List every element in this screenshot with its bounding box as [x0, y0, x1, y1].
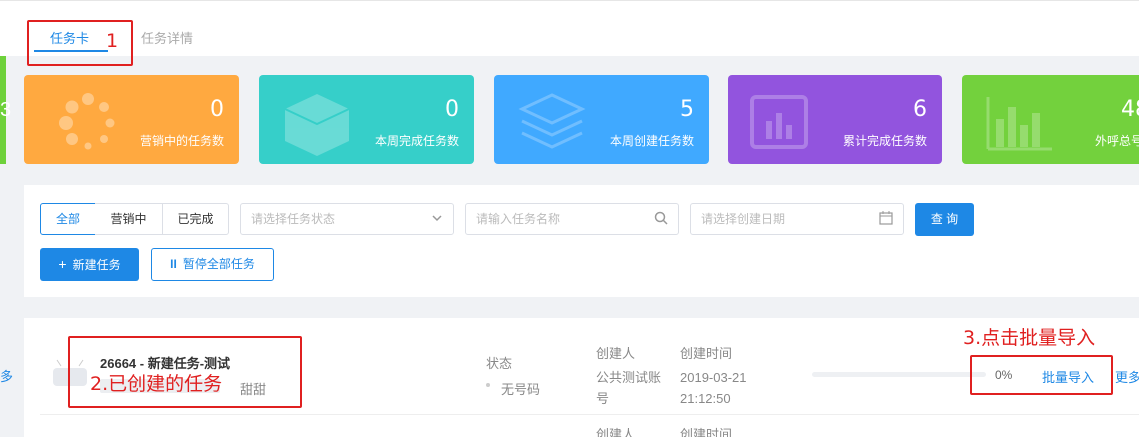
pause-all-label: 暂停全部任务: [182, 257, 255, 271]
created-time-header-row2: 创建时间: [680, 427, 733, 437]
stat-label: 外呼总号码: [1094, 134, 1139, 148]
search-icon: [654, 204, 668, 245]
status-select[interactable]: 请选择任务状态: [240, 203, 454, 235]
task-name-input[interactable]: 请输入任务名称: [465, 203, 679, 235]
stat-label: 本周完成任务数: [374, 134, 459, 148]
filter-done-button[interactable]: 已完成: [162, 203, 229, 235]
status-dot: [486, 383, 490, 387]
annotation-label-3: 3.点击批量导入: [963, 327, 1096, 349]
annotation-label-1: 1: [106, 30, 119, 52]
create-date-placeholder: 请选择创建日期: [701, 212, 786, 226]
clipped-more-link[interactable]: 多: [0, 366, 13, 385]
stat-card-week-created: 5 本周创建任务数: [494, 75, 709, 164]
create-date-picker[interactable]: 请选择创建日期: [690, 203, 904, 235]
stat-card-week-done: 0 本周完成任务数: [259, 75, 474, 164]
task-name-placeholder: 请输入任务名称: [476, 212, 561, 226]
filter-marketing-button[interactable]: 营销中: [95, 203, 163, 235]
annotation-label-2: 2.已创建的任务: [90, 373, 223, 395]
creator-value: 公共测试账号: [596, 370, 662, 406]
cube-icon: [284, 94, 350, 156]
chevron-down-icon: [431, 204, 443, 245]
stat-label: 营销中的任务数: [139, 134, 224, 148]
bar-chart-icon: [750, 95, 808, 149]
new-task-label: 新建任务: [72, 258, 121, 272]
plus-icon: +: [58, 256, 67, 272]
creator-header-row2: 创建人: [596, 427, 636, 437]
row-divider: [40, 414, 1139, 415]
layers-icon: [518, 93, 586, 149]
status-header: 状态: [486, 356, 513, 371]
tab-task-detail[interactable]: 任务详情: [141, 28, 193, 47]
filter-all-button[interactable]: 全部: [40, 203, 96, 235]
clipped-card-value: 3: [0, 99, 12, 121]
new-task-button[interactable]: + 新建任务: [40, 248, 139, 281]
status-select-placeholder: 请选择任务状态: [251, 212, 336, 226]
stat-card-outbound: 48 外呼总号码: [962, 75, 1139, 164]
stat-value: 6: [913, 97, 927, 122]
calendar-icon: [879, 204, 893, 245]
spinner-icon: [59, 93, 115, 150]
stat-card-total-done: 6 累计完成任务数: [728, 75, 942, 164]
stat-value: 0: [210, 97, 224, 122]
created-time-value: 2019-03-21 21:12:50: [680, 370, 747, 406]
pause-all-button[interactable]: II 暂停全部任务: [151, 248, 274, 281]
stat-label: 本周创建任务数: [609, 134, 694, 148]
search-button[interactable]: 查 询: [915, 203, 974, 236]
created-time-header: 创建时间: [680, 346, 733, 361]
stat-value: 48: [1121, 97, 1139, 122]
pause-icon: II: [170, 257, 177, 271]
stat-value: 5: [680, 97, 694, 122]
column-chart-icon: [986, 97, 1052, 151]
status-value: 无号码: [501, 382, 541, 397]
stat-label: 累计完成任务数: [842, 134, 927, 148]
annotation-box-3: [970, 355, 1113, 395]
task-progress-track: [812, 372, 986, 377]
more-link[interactable]: 更多: [1115, 367, 1139, 386]
stat-value: 0: [445, 97, 459, 122]
stat-card-marketing: 0 营销中的任务数: [24, 75, 239, 164]
creator-header: 创建人: [596, 346, 636, 361]
